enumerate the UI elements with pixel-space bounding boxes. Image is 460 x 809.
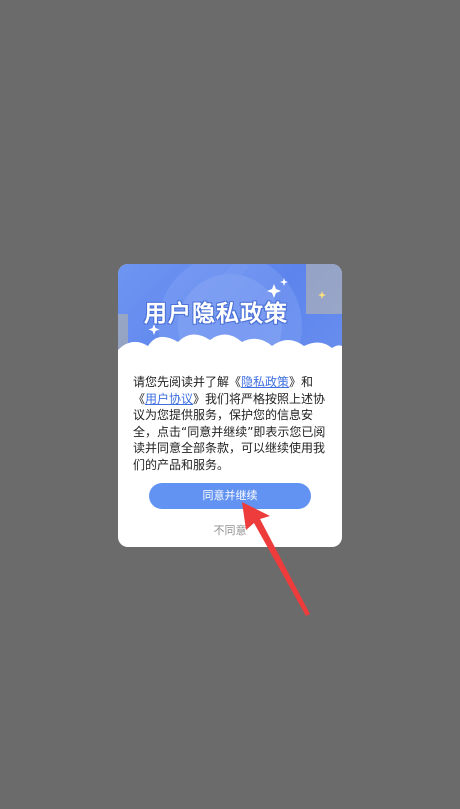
banner-title: 用户隐私政策 (144, 301, 288, 327)
dialog-message: 请您先阅读并了解《隐私政策》和《用户协议》我们将严格按照上述协议为您提供服务，保… (133, 374, 329, 473)
red-arrow-annotation (242, 502, 310, 616)
message-intro: 请您先阅读并了解《 (133, 375, 242, 389)
dialog-banner: 用户隐私政策 (118, 264, 342, 374)
privacy-policy-link[interactable]: 隐私政策 (241, 375, 289, 389)
user-agreement-link[interactable]: 用户协议 (145, 392, 193, 406)
